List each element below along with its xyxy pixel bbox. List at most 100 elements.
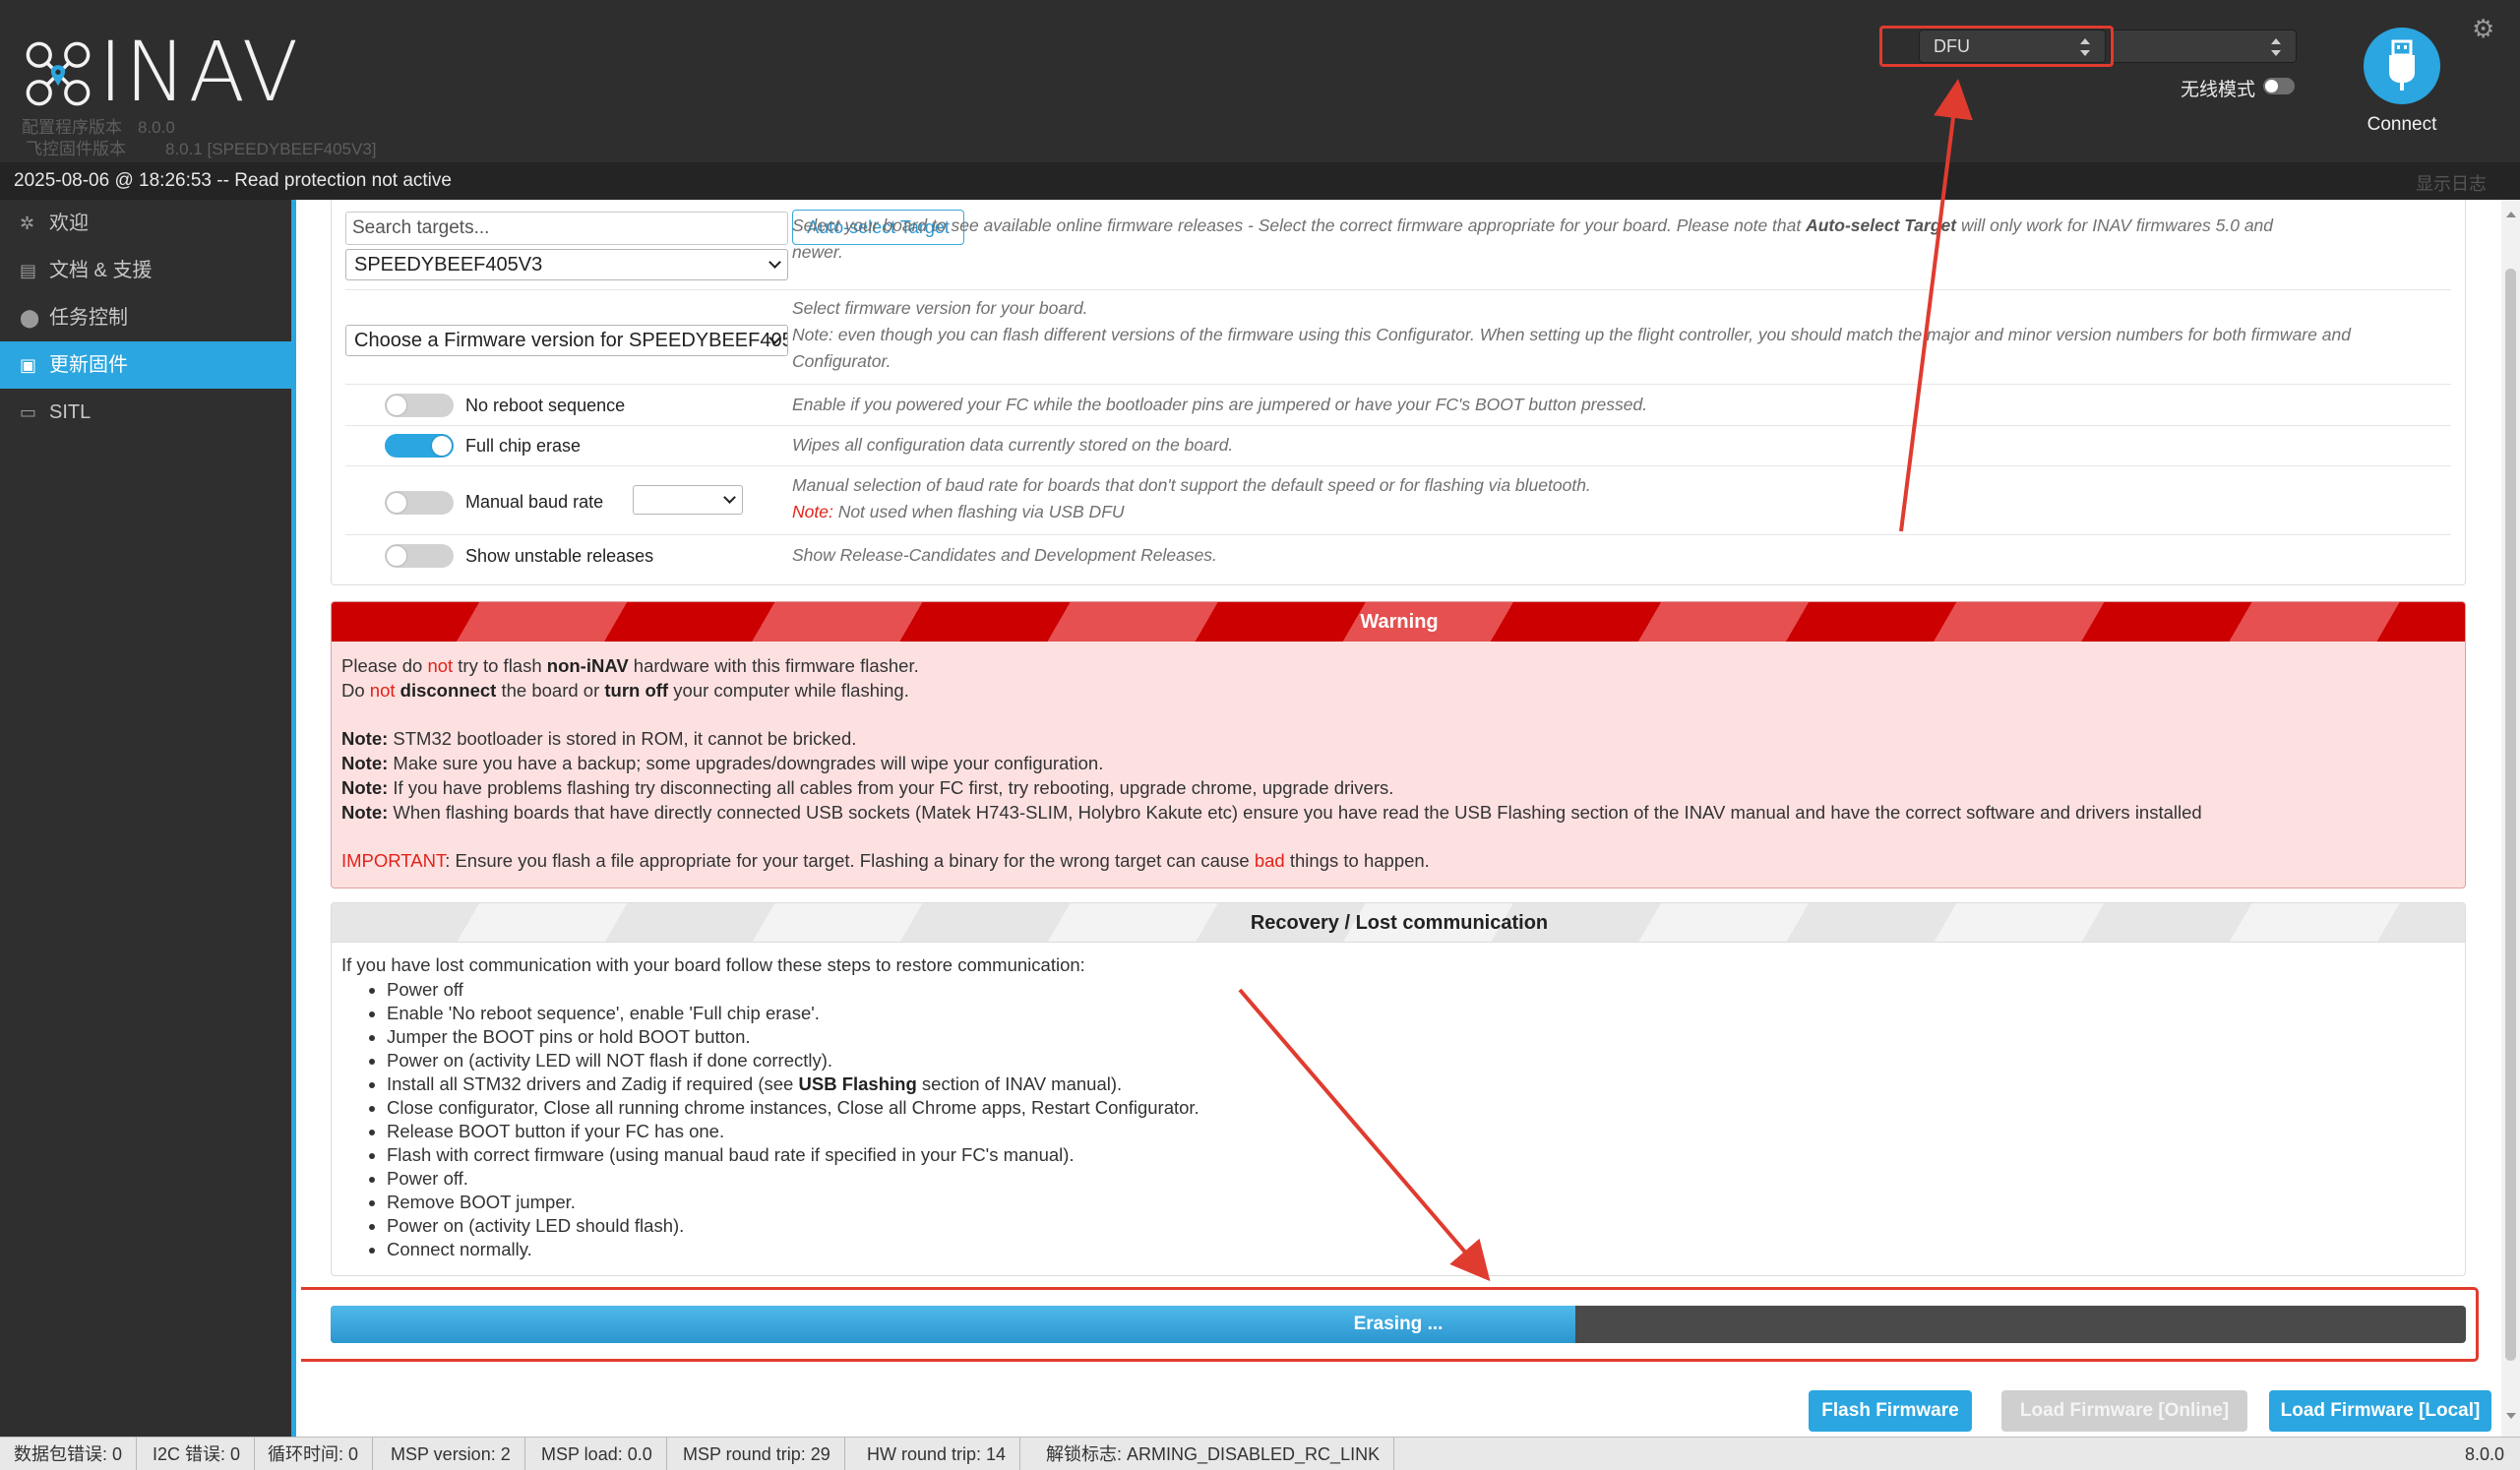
- app-logo-text: INAV: [98, 24, 301, 120]
- recovery-title: Recovery / Lost communication: [1250, 912, 1549, 934]
- list-item: Flash with correct firmware (using manua…: [387, 1143, 1199, 1167]
- no-reboot-label: No reboot sequence: [465, 396, 626, 415]
- sidebar-item-docs[interactable]: ▤ 文档 & 支援: [0, 247, 296, 294]
- load-firmware-local-button[interactable]: Load Firmware [Local]: [2269, 1390, 2491, 1432]
- sidebar-item-firmware-flasher[interactable]: ▣ 更新固件: [0, 341, 296, 389]
- footer-version: 8.0.0: [2464, 1444, 2504, 1464]
- list-item: Power on (activity LED should flash).: [387, 1214, 1199, 1238]
- list-item: Release BOOT button if your FC has one.: [387, 1120, 1199, 1143]
- warning-important: IMPORTANT: Ensure you flash a file appro…: [341, 850, 1430, 871]
- version-description-3: Configurator.: [792, 351, 891, 371]
- manual-baud-description: Manual selection of baud rate for boards…: [792, 475, 1591, 495]
- divider: [345, 425, 2451, 426]
- full-chip-erase-toggle[interactable]: [385, 434, 454, 458]
- sidebar-item-mission-control[interactable]: ⬤ 任务控制: [0, 294, 296, 341]
- port-annotation-box: [1879, 26, 2114, 67]
- manual-baud-toggle[interactable]: [385, 491, 454, 515]
- map-pin-icon: ⬤: [20, 308, 40, 328]
- show-unstable-description: Show Release-Candidates and Development …: [792, 545, 1217, 565]
- status-text: 2025-08-06 @ 18:26:53 -- Read protection…: [14, 170, 452, 191]
- arming-flags: 解锁标志: ARMING_DISABLED_RC_LINK: [1032, 1438, 1395, 1470]
- gear-icon[interactable]: ⚙: [2472, 16, 2494, 41]
- manual-baud-label: Manual baud rate: [465, 492, 604, 512]
- hw-round-trip: HW round trip: 14: [853, 1438, 1021, 1470]
- cycle-time: 循环时间: 0: [254, 1438, 374, 1470]
- recovery-panel: Recovery / Lost communication If you hav…: [331, 902, 2466, 1276]
- full-chip-erase-label: Full chip erase: [465, 436, 582, 456]
- show-log-link[interactable]: 显示日志: [2416, 170, 2487, 196]
- firmware-version-select-value: Choose a Firmware version for SPEEDYBEEF…: [354, 330, 788, 351]
- recovery-steps: Power off Enable 'No reboot sequence', e…: [387, 978, 1199, 1261]
- list-item: Enable 'No reboot sequence', enable 'Ful…: [387, 1002, 1199, 1025]
- target-select[interactable]: SPEEDYBEEF405V3: [345, 249, 788, 280]
- sidebar-item-label: 欢迎: [49, 213, 89, 234]
- show-unstable-label: Show unstable releases: [465, 546, 654, 566]
- baud-select[interactable]: [2110, 30, 2297, 63]
- warning-note: Note: Make sure you have a backup; some …: [341, 753, 1104, 773]
- list-item: Power off.: [387, 1167, 1199, 1191]
- list-item: Install all STM32 drivers and Zadig if r…: [387, 1072, 1199, 1096]
- scroll-down-icon[interactable]: [2506, 1413, 2516, 1419]
- manual-baud-note: Note: Not used when flashing via USB DFU: [792, 502, 1125, 521]
- divider: [345, 465, 2451, 466]
- firmware-version: 飞控固件版本 8.0.1 [SPEEDYBEEF405V3]: [26, 140, 377, 158]
- warning-note: Note: When flashing boards that have dir…: [341, 802, 2202, 823]
- list-item: Power on (activity LED will NOT flash if…: [387, 1049, 1199, 1072]
- book-icon: ▤: [20, 261, 37, 280]
- version-description-1: Select firmware version for your board.: [792, 298, 1088, 318]
- recovery-intro: If you have lost communication with your…: [341, 954, 1085, 975]
- flash-progress-bar: Erasing ...: [331, 1306, 2466, 1343]
- list-item: Connect normally.: [387, 1238, 1199, 1261]
- target-description: Select your board to see available onlin…: [792, 215, 2274, 235]
- sidebar-item-label: SITL: [49, 401, 92, 423]
- scroll-up-icon[interactable]: [2506, 212, 2516, 217]
- app-header: INAV 配置程序版本 8.0.0 飞控固件版本 8.0.1 [SPEEDYBEEF…: [0, 0, 2520, 162]
- progress-label: Erasing ...: [1353, 1314, 1444, 1334]
- firmware-options-panel: Auto-select Target Select your board to …: [331, 200, 2466, 585]
- sidebar-item-label: 文档 & 支援: [49, 260, 153, 281]
- chevron-down-icon: [768, 256, 781, 269]
- full-chip-erase-description: Wipes all configuration data currently s…: [792, 435, 1234, 455]
- wireless-mode-toggle[interactable]: [2263, 78, 2295, 94]
- sidebar-item-label: 任务控制: [49, 307, 128, 329]
- sidebar-item-welcome[interactable]: ✲ 欢迎: [0, 200, 296, 247]
- select-arrows-icon: [2270, 38, 2282, 56]
- warning-panel: Warning Please do not try to flash non-i…: [331, 601, 2466, 888]
- firmware-flasher-content: Auto-select Target Select your board to …: [301, 200, 2501, 1437]
- flash-firmware-button[interactable]: Flash Firmware: [1809, 1390, 1972, 1432]
- manual-baud-select[interactable]: [633, 485, 743, 515]
- target-select-value: SPEEDYBEEF405V3: [354, 254, 543, 276]
- list-item: Close configurator, Close all running ch…: [387, 1096, 1199, 1120]
- list-item: Jumper the BOOT pins or hold BOOT button…: [387, 1025, 1199, 1049]
- warning-line: Please do not try to flash non-iNAV hard…: [341, 655, 919, 676]
- msp-load: MSP load: 0.0: [527, 1438, 667, 1470]
- msp-round-trip: MSP round trip: 29: [669, 1438, 845, 1470]
- content-scrollbar[interactable]: [2501, 200, 2520, 1437]
- load-firmware-online-button[interactable]: Load Firmware [Online]: [2001, 1390, 2247, 1432]
- chip-icon: ▣: [20, 355, 37, 375]
- i2c-errors: I2C 错误: 0: [139, 1438, 256, 1470]
- warning-line: Do not disconnect the board or turn off …: [341, 680, 909, 701]
- search-targets-input[interactable]: [345, 212, 788, 245]
- monitor-icon: ▭: [20, 402, 37, 422]
- divider: [345, 534, 2451, 535]
- connect-button[interactable]: [2364, 28, 2440, 104]
- list-item: Remove BOOT jumper.: [387, 1191, 1199, 1214]
- welcome-icon: ✲: [20, 214, 35, 233]
- warning-note: Note: If you have problems flashing try …: [341, 777, 1394, 798]
- show-unstable-toggle[interactable]: [385, 544, 454, 568]
- sidebar-item-sitl[interactable]: ▭ SITL: [0, 389, 296, 436]
- usb-plug-icon: [2389, 39, 2415, 91]
- no-reboot-toggle[interactable]: [385, 394, 454, 417]
- status-line: 2025-08-06 @ 18:26:53 -- Read protection…: [0, 162, 2520, 200]
- divider: [345, 289, 2451, 290]
- packet-errors: 数据包错误: 0: [0, 1438, 138, 1470]
- firmware-version-select[interactable]: Choose a Firmware version for SPEEDYBEEF…: [345, 325, 788, 356]
- divider: [345, 384, 2451, 385]
- msp-version: MSP version: 2: [377, 1438, 525, 1470]
- target-description-cont: newer.: [792, 242, 843, 262]
- list-item: Power off: [387, 978, 1199, 1002]
- sidebar: ✲ 欢迎 ▤ 文档 & 支援 ⬤ 任务控制 ▣ 更新固件 ▭ SITL: [0, 200, 296, 1437]
- warning-title: Warning: [1360, 611, 1439, 633]
- scroll-thumb[interactable]: [2505, 269, 2516, 1361]
